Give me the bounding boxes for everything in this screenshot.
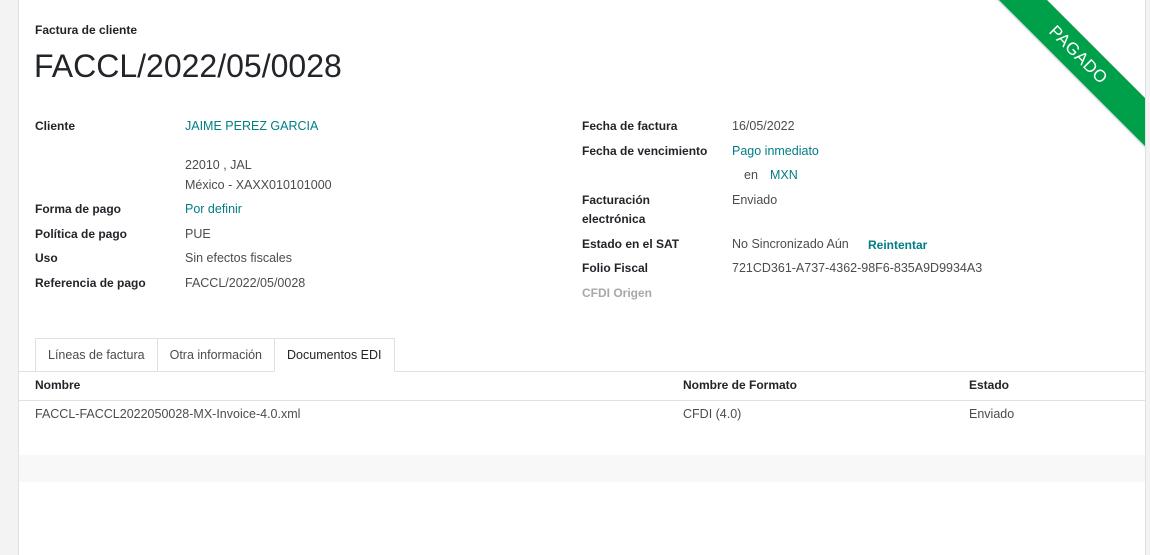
uso-value: Sin efectos fiscales xyxy=(185,251,292,265)
facturacion-electronica-label-1: Facturación xyxy=(582,193,651,207)
invoice-form-sheet: PAGADO Factura de cliente FACCL/2022/05/… xyxy=(18,0,1146,555)
folio-fiscal-value: 721CD361-A737-4362-98F6-835A9D9934A3 xyxy=(732,261,983,275)
forma-de-pago-link[interactable]: Por definir xyxy=(185,202,242,216)
politica-de-pago-label: Política de pago xyxy=(35,227,128,241)
fecha-factura-label: Fecha de factura xyxy=(582,119,678,133)
address-line-2: México - XAXX010101000 xyxy=(185,178,332,192)
reintentar-button[interactable]: Reintentar xyxy=(868,238,927,252)
fecha-vencimiento-label: Fecha de vencimiento xyxy=(582,144,708,158)
estado-sat-value: No Sincronizado Aún xyxy=(732,237,849,251)
edi-format-cell: CFDI (4.0) xyxy=(683,407,742,421)
tab-otra-informacion[interactable]: Otra información xyxy=(156,338,276,371)
table-row[interactable]: FACCL-FACCL2022050028-MX-Invoice-4.0.xml… xyxy=(19,401,1145,428)
currency-link[interactable]: MXN xyxy=(770,168,798,182)
tab-lineas-de-factura[interactable]: Líneas de factura xyxy=(35,338,158,371)
tab-documentos-edi[interactable]: Documentos EDI xyxy=(274,338,395,372)
paid-status-ribbon: PAGADO xyxy=(995,0,1145,149)
facturacion-electronica-value: Enviado xyxy=(732,193,778,207)
cfdi-origen-label: CFDI Origen xyxy=(582,286,653,300)
address-line-1: 22010 , JAL xyxy=(185,158,252,172)
fecha-vencimiento-link[interactable]: Pago inmediato xyxy=(732,144,819,158)
edi-state-cell: Enviado xyxy=(969,407,1015,421)
cliente-link[interactable]: JAIME PEREZ GARCIA xyxy=(185,119,318,133)
notebook-tabs: Líneas de factura Otra información Docum… xyxy=(35,338,395,372)
uso-label: Uso xyxy=(35,251,58,265)
status-ribbon-container: PAGADO xyxy=(995,0,1145,150)
cliente-label: Cliente xyxy=(35,119,76,133)
politica-de-pago-value: PUE xyxy=(185,227,211,241)
folio-fiscal-label: Folio Fiscal xyxy=(582,261,649,275)
currency-prefix: en xyxy=(744,168,758,182)
empty-table-row xyxy=(19,455,1145,482)
document-type-label: Factura de cliente xyxy=(35,23,138,37)
estado-sat-label: Estado en el SAT xyxy=(582,237,680,251)
referencia-de-pago-label: Referencia de pago xyxy=(35,276,146,290)
edi-filename-cell: FACCL-FACCL2022050028-MX-Invoice-4.0.xml xyxy=(35,407,301,421)
empty-table-row xyxy=(19,428,1145,455)
invoice-number-title: FACCL/2022/05/0028 xyxy=(34,48,342,84)
column-header-nombre[interactable]: Nombre xyxy=(35,378,80,392)
fecha-factura-value: 16/05/2022 xyxy=(732,119,795,133)
referencia-de-pago-value: FACCL/2022/05/0028 xyxy=(185,276,306,290)
column-header-formato[interactable]: Nombre de Formato xyxy=(683,378,797,392)
edi-table-header: Nombre Nombre de Formato Estado xyxy=(19,372,1145,401)
column-header-estado[interactable]: Estado xyxy=(969,378,1009,392)
facturacion-electronica-label-2: electrónica xyxy=(582,212,646,226)
forma-de-pago-label: Forma de pago xyxy=(35,202,122,216)
